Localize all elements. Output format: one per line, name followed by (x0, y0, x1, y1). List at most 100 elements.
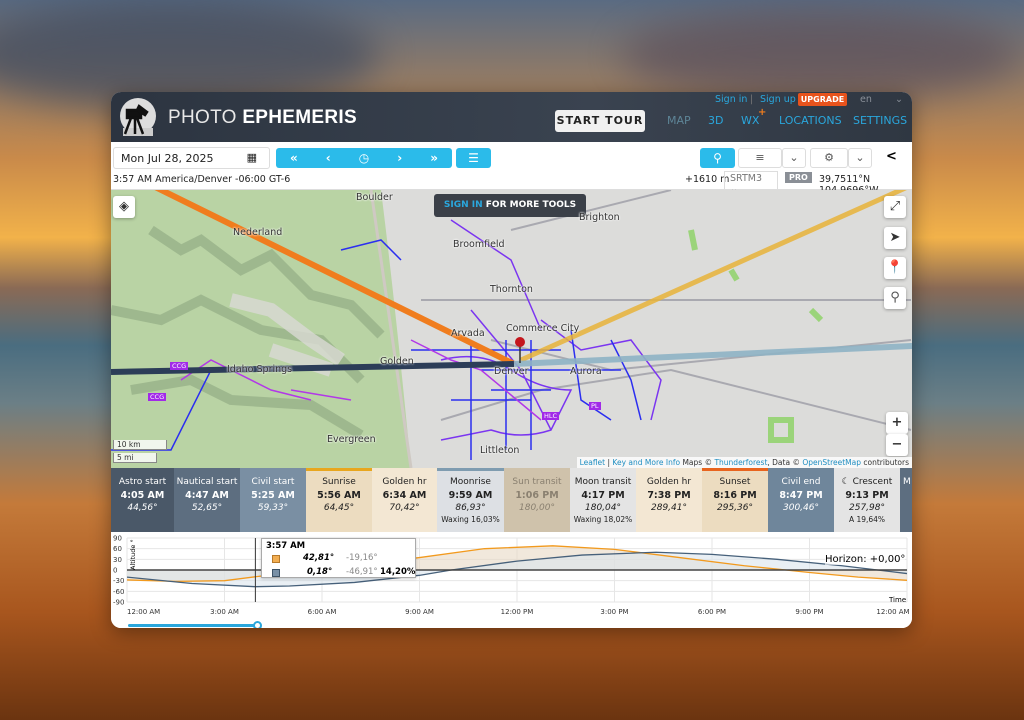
route-badge: CCG (148, 393, 167, 401)
list-button[interactable]: ☰ (456, 148, 491, 168)
event-time: 9:13 PM (845, 490, 889, 501)
red-pin-icon[interactable]: 📍 (884, 257, 906, 279)
y-tick-label: 60 (113, 545, 122, 553)
time-slider-handle[interactable] (253, 621, 262, 628)
thunderforest-link[interactable]: Thunderforest (714, 458, 767, 467)
sign-in-link[interactable]: Sign in (715, 94, 747, 105)
fullscreen-icon[interactable]: ⤢ (884, 196, 906, 218)
start-tour-button[interactable]: START TOUR (555, 110, 645, 132)
clock-now-icon[interactable]: ◷ (359, 151, 369, 165)
x-axis-label: Time (889, 596, 907, 604)
event-civil-end[interactable]: Civil end 8:47 PM 300,46° (768, 468, 834, 532)
event-moon-transit[interactable]: Moon transit 4:17 PM 180,04° Waxing 18,02% (570, 468, 636, 532)
osm-link[interactable]: OpenStreetMap (802, 458, 861, 467)
search-button[interactable]: ⚲ (700, 148, 735, 168)
chevron-down-icon[interactable]: ⌄ (895, 94, 903, 105)
y-tick-label: -60 (113, 588, 124, 596)
event-sunrise[interactable]: Sunrise 5:56 AM 64,45° (306, 468, 372, 532)
upgrade-button[interactable]: UPGRADE (798, 93, 847, 106)
event-label: Civil end (781, 477, 821, 487)
event--crescent[interactable]: ☾ Crescent 9:13 PM 257,98° A 19,64% (834, 468, 900, 532)
event-angle: 86,93° (455, 503, 486, 513)
tooltip-sun-altitude: -19,16° (346, 553, 378, 563)
y-tick-label: 30 (113, 556, 122, 564)
grey-pin-icon[interactable]: ⚲ (884, 287, 906, 309)
event-civil-start[interactable]: Civil start 5:25 AM 59,33° (240, 468, 306, 532)
nav-wx[interactable]: WX (741, 114, 759, 127)
pro-badge[interactable]: PRO (785, 172, 812, 183)
chevron-down-icon: ⌄ (789, 151, 799, 164)
x-tick-label: 3:00 PM (600, 608, 628, 616)
date-input[interactable]: Mon Jul 28, 2025 ▦ (113, 147, 270, 169)
event-angle: 289,41° (651, 503, 687, 513)
sign-in-for-more-tools-button[interactable]: SIGN IN FOR MORE TOOLS (434, 194, 586, 217)
leaflet-link[interactable]: Leaflet (580, 458, 606, 467)
sign-up-link[interactable]: Sign up (760, 94, 796, 105)
map[interactable]: ◈ SIGN IN FOR MORE TOOLS ⤢ ➤ 📍 ⚲ + − Bou… (111, 190, 912, 468)
x-tick-label: 9:00 PM (795, 608, 823, 616)
event-angle: 64,45° (323, 503, 355, 513)
x-tick-label: 6:00 AM (308, 608, 337, 616)
event-label: Moonrise (450, 477, 491, 487)
settings-dropdown[interactable]: ⌄ (848, 148, 872, 168)
nav-locations[interactable]: LOCATIONS (779, 114, 842, 127)
chart-canvas: 9060300-30-60-9012:00 AM 3:00 AM 6:00 AM 9:… (113, 535, 910, 617)
next-icon[interactable]: › (397, 151, 402, 165)
map-label: Littleton (480, 445, 520, 456)
event-moonrise[interactable]: Moonrise 9:59 AM 86,93° Waxing 16,03% (437, 468, 504, 532)
nav-settings[interactable]: SETTINGS (853, 114, 907, 127)
key-info-link[interactable]: Key and More Info (612, 458, 680, 467)
event-label: Sunset (719, 477, 751, 487)
event-astro-start[interactable]: Astro start 4:05 AM 44,56° (111, 468, 174, 532)
event-golden-hr[interactable]: Golden hr 6:34 AM 70,42° (372, 468, 437, 532)
event-angle: 44,56° (127, 503, 158, 513)
event-nautical-start[interactable]: Nautical start 4:47 AM 52,65° (174, 468, 240, 532)
x-tick-label: 6:00 PM (698, 608, 726, 616)
event-angle: 295,36° (717, 503, 753, 513)
event-label: Astro start (118, 477, 167, 487)
event-angle: 300,46° (783, 503, 819, 513)
time-slider-track[interactable] (128, 624, 258, 627)
event-m[interactable]: M (900, 468, 912, 532)
zoom-in-button[interactable]: + (886, 412, 908, 434)
event-time: 8:47 PM (779, 490, 823, 501)
prev-icon[interactable]: ‹ (326, 151, 331, 165)
event-angle: 59,33° (257, 503, 289, 513)
y-tick-label: 0 (113, 567, 117, 575)
zoom-out-button[interactable]: − (886, 434, 908, 456)
date-value: Mon Jul 28, 2025 (121, 152, 214, 165)
background-cloud (620, 10, 1020, 100)
event-angle: 257,98° (849, 503, 885, 513)
layers-icon[interactable]: ◈ (113, 196, 135, 218)
horizon-label: Horizon: +0,00° (825, 554, 906, 565)
skip-back-icon[interactable]: « (290, 151, 298, 165)
y-tick-label: -90 (113, 599, 124, 607)
event-time: 4:47 AM (185, 490, 229, 501)
locate-arrow-icon[interactable]: ➤ (884, 227, 906, 249)
nav-map[interactable]: MAP (667, 114, 691, 127)
layers-dropdown[interactable]: ⌄ (782, 148, 806, 168)
event-angle: 70,42° (389, 503, 420, 513)
x-tick-label: 12:00 AM (127, 608, 160, 616)
gear-icon: ⚙ (824, 151, 834, 164)
brand-title: PHOTO EPHEMERIS (168, 107, 357, 128)
route-badge: PL (589, 402, 601, 410)
language-select[interactable]: en (860, 94, 872, 105)
layers-menu-button[interactable]: ≡ (738, 148, 782, 168)
event-sun-transit[interactable]: Sun transit 1:06 PM 180,00° (504, 468, 570, 532)
event-sunset[interactable]: Sunset 8:16 PM 295,36° (702, 468, 768, 532)
event-label: Golden hr (382, 477, 427, 487)
event-extra: Waxing 16,03% (441, 515, 500, 524)
event-time: 6:34 AM (382, 490, 427, 501)
map-label: Denver (494, 366, 529, 377)
nav-3d[interactable]: 3D (708, 114, 723, 127)
settings-button[interactable]: ⚙ (810, 148, 848, 168)
share-icon[interactable]: < (886, 149, 897, 164)
map-label: Aurora (570, 366, 602, 377)
chevron-down-icon: ⌄ (855, 151, 865, 164)
event-label: Moon transit (574, 477, 632, 487)
event-golden-hr[interactable]: Golden hr 7:38 PM 289,41° (636, 468, 702, 532)
calendar-icon[interactable]: ▦ (247, 151, 257, 164)
skip-forward-icon[interactable]: » (430, 151, 438, 165)
x-tick-label: 3:00 AM (210, 608, 239, 616)
